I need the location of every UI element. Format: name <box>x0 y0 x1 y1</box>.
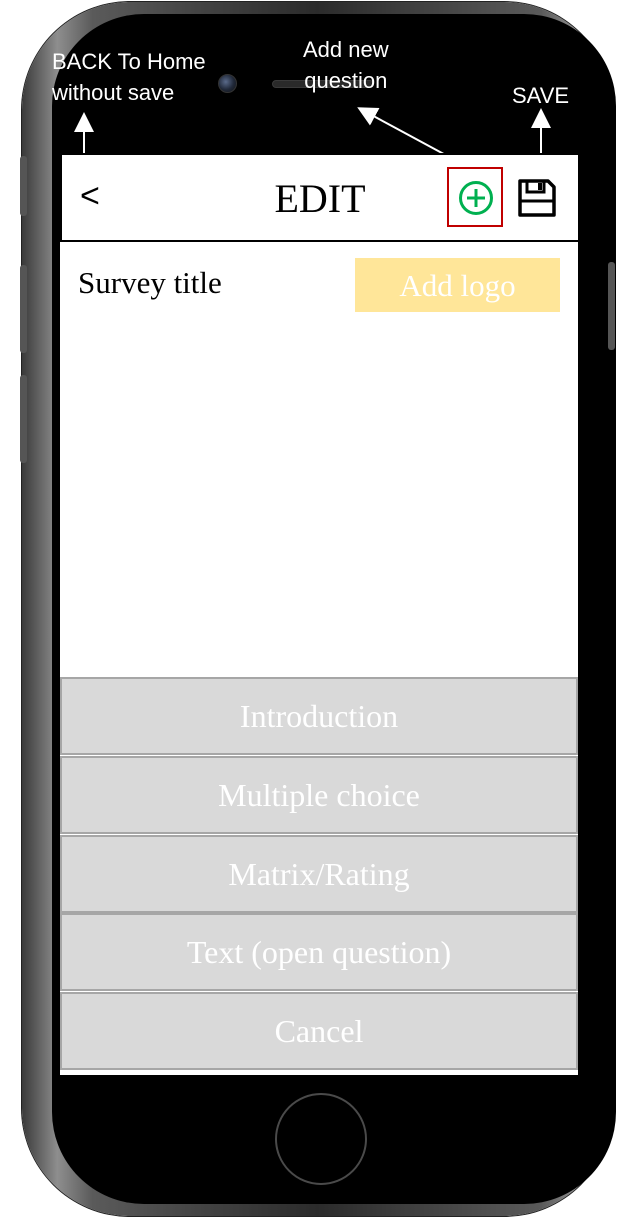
mute-switch <box>20 156 27 216</box>
add-logo-button[interactable]: Add logo <box>355 258 560 312</box>
floppy-disk-icon <box>518 179 556 217</box>
annotation-save: SAVE <box>512 83 570 108</box>
menu-item-cancel[interactable]: Cancel <box>60 992 578 1070</box>
app-screen: < EDIT Survey title Add logo Introductio… <box>60 153 580 1075</box>
menu-item-multiple-choice[interactable]: Multiple choice <box>60 756 578 834</box>
menu-item-introduction[interactable]: Introduction <box>60 677 578 755</box>
volume-down-button <box>20 375 27 463</box>
plus-circle-icon <box>459 181 493 215</box>
menu-item-matrix-rating[interactable]: Matrix/Rating <box>60 835 578 913</box>
survey-title[interactable]: Survey title <box>78 265 222 301</box>
home-button[interactable] <box>275 1093 367 1185</box>
add-question-button[interactable] <box>447 167 503 227</box>
edit-header: < EDIT <box>60 153 580 242</box>
front-camera <box>218 74 237 93</box>
annotation-add-question: Add new question <box>303 37 389 93</box>
annotation-back-to-home: BACK To Home without save <box>52 49 206 105</box>
volume-up-button <box>20 265 27 353</box>
menu-item-text-open-question[interactable]: Text (open question) <box>60 913 578 991</box>
save-button[interactable] <box>516 177 558 224</box>
power-button <box>608 262 615 350</box>
